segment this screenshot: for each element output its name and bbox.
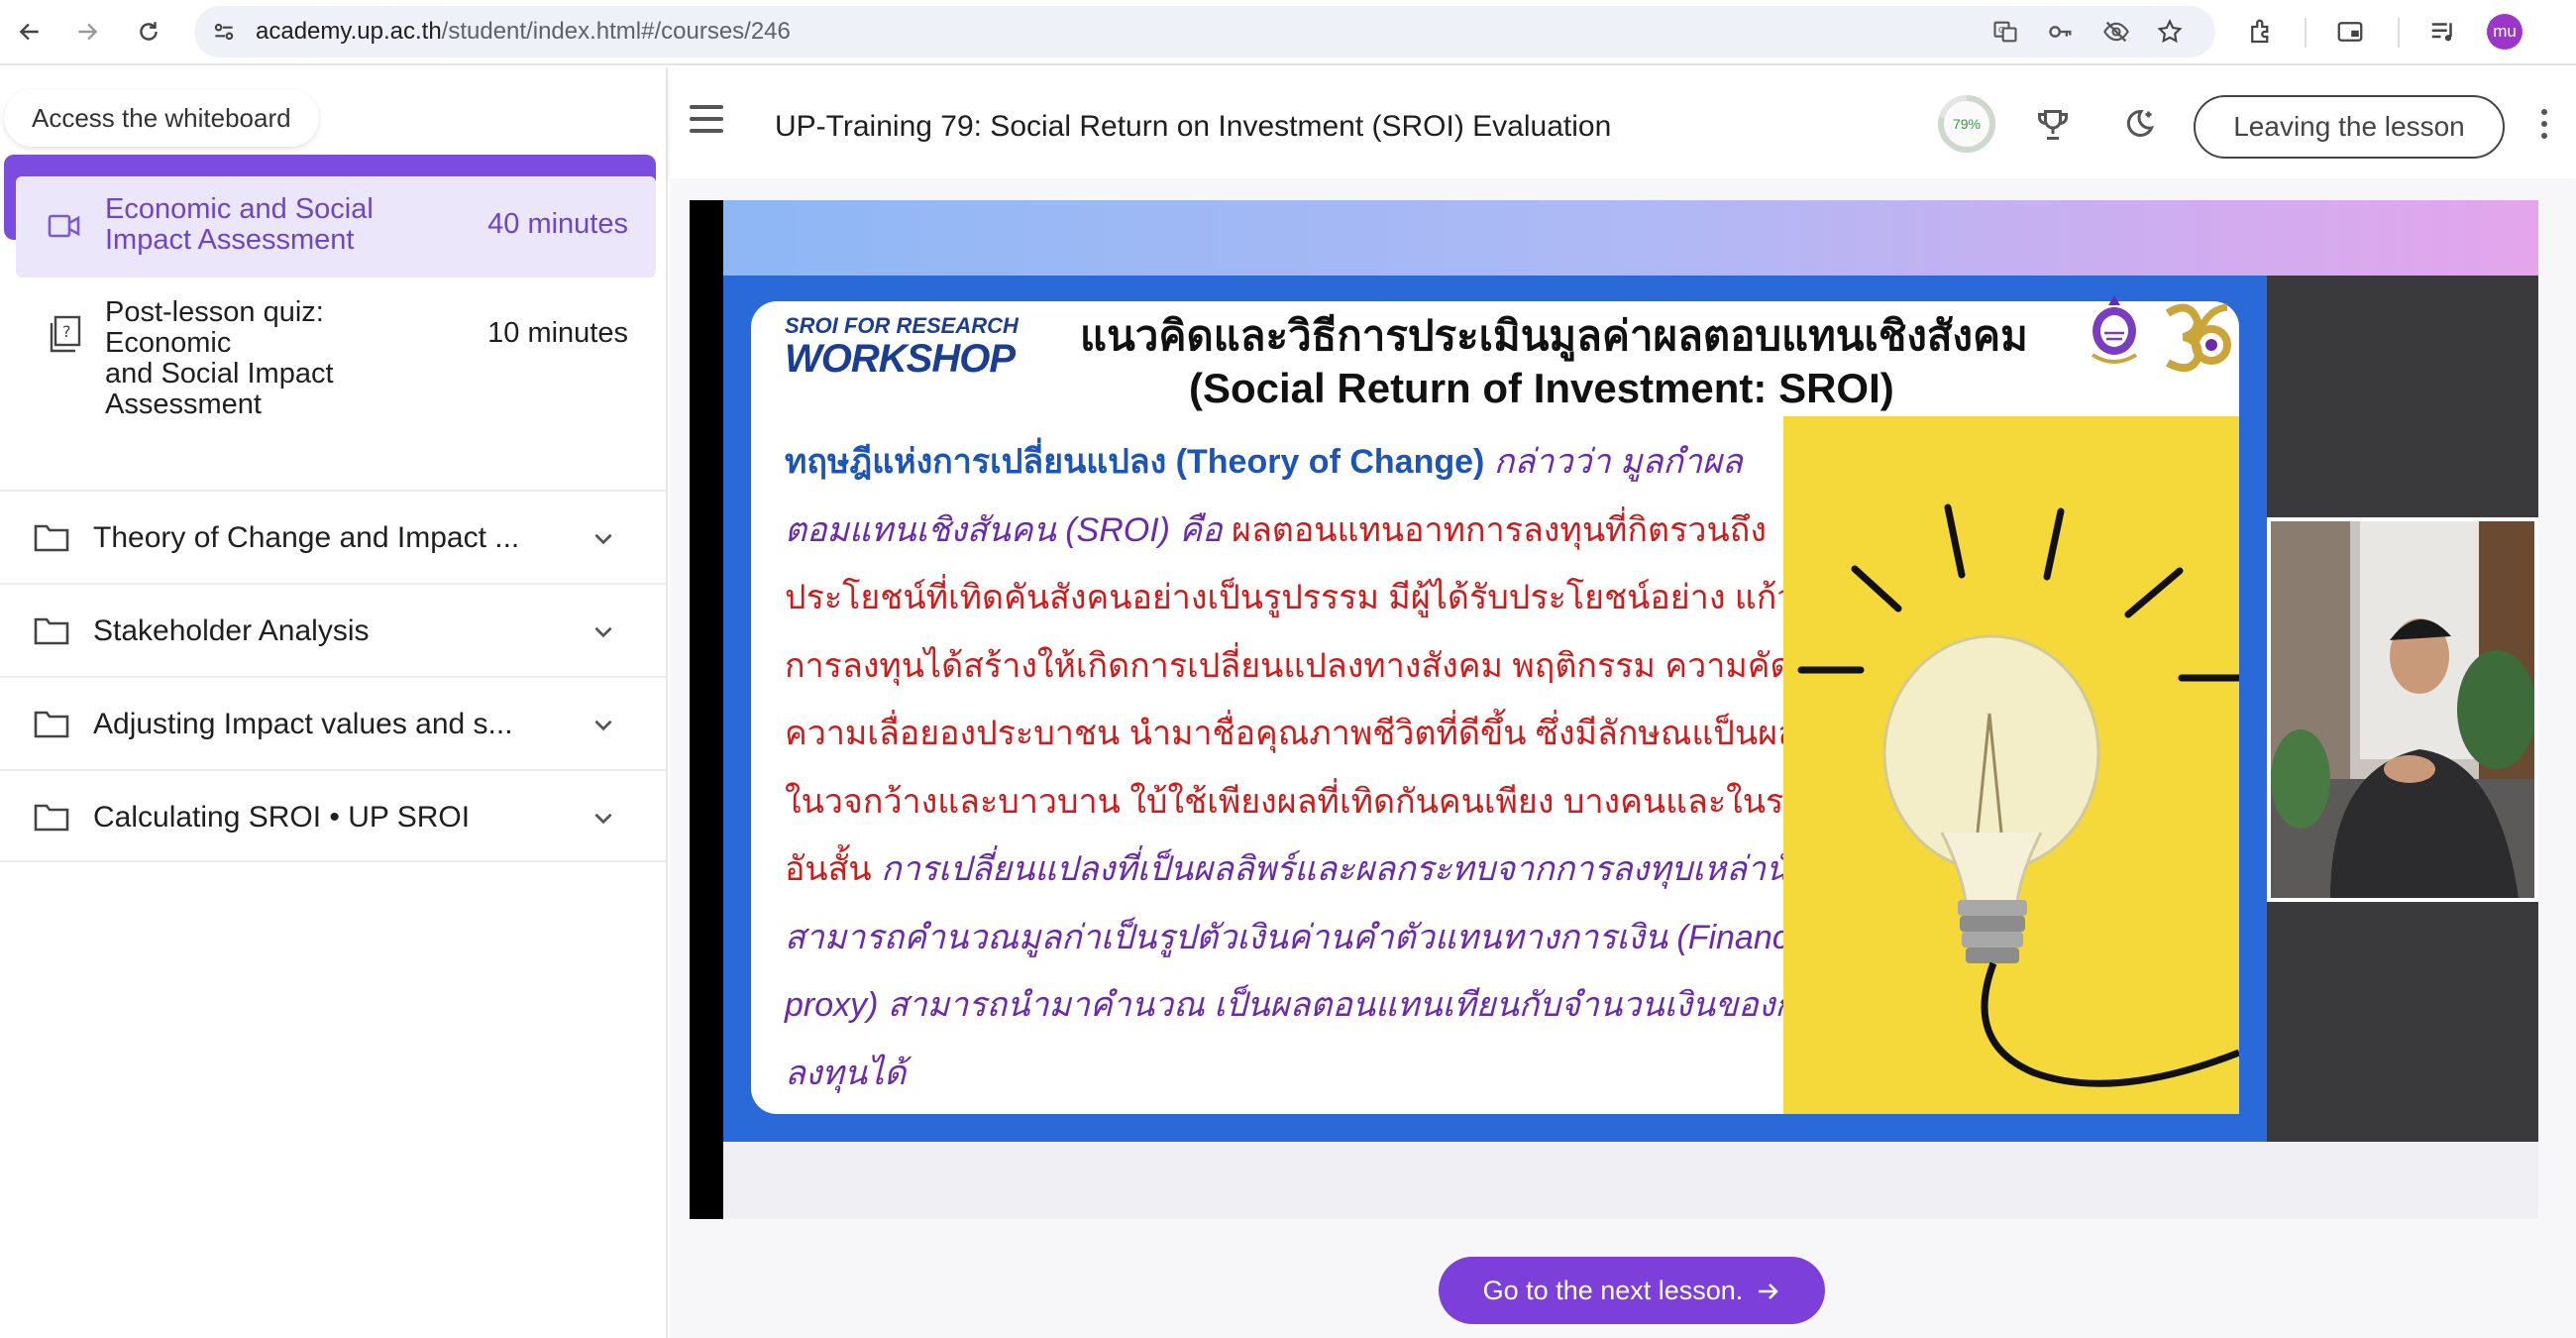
folder-icon <box>34 708 69 744</box>
anniversary-36-logo <box>2158 299 2233 373</box>
course-title: UP-Training 79: Social Return on Investm… <box>775 110 1612 143</box>
translate-icon[interactable]: G <box>1989 16 2021 48</box>
slide-brand-workshop: WORKSHOP <box>785 337 1016 381</box>
slide-text-line: ทฤษฎีแห่งการเปลี่ยนแปลง (Theory of Chang… <box>785 428 1775 497</box>
slide-text-segment: สามารถคำนวณมูลก่าเป็นรูปตัวเงินค่านคำตัว… <box>785 918 1823 956</box>
section-title: Theory of Change and Impact ... <box>93 521 520 554</box>
lesson-duration: 10 minutes <box>487 317 628 349</box>
address-bar[interactable]: academy.up.ac.th/student/index.html#/cou… <box>194 6 2215 57</box>
progress-percent: 79% <box>1952 116 1982 132</box>
cast-icon[interactable] <box>2330 12 2370 52</box>
menu-icon[interactable] <box>690 105 723 141</box>
section-theory-of-change[interactable]: Theory of Change and Impact ... <box>0 490 666 583</box>
university-seal-logo <box>2087 293 2142 369</box>
folder-icon <box>34 801 69 837</box>
slide-title-english: (Social Return of Investment: SROI) <box>1189 365 1894 411</box>
video-icon <box>48 212 81 245</box>
trophy-icon[interactable] <box>2031 103 2075 147</box>
lesson-header: UP-Training 79: Social Return on Investm… <box>670 67 2576 178</box>
url-text: academy.up.ac.th/student/index.html#/cou… <box>256 18 791 45</box>
dark-mode-icon[interactable] <box>2116 103 2160 147</box>
key-icon[interactable] <box>2045 16 2077 48</box>
slide-text-segment: ประโยชน์ที่เทิดคันสังคนอย่างเป็นรูปรรรม … <box>785 579 1879 616</box>
slide-text-segment: ทฤษฎีแห่งการเปลี่ยนแปลง (Theory of Chang… <box>785 443 1485 481</box>
quiz-icon: ? <box>48 315 81 358</box>
section-title: Calculating SROI • UP SROI <box>93 801 471 834</box>
speaker-video <box>2271 521 2534 898</box>
site-info-icon[interactable] <box>208 16 240 48</box>
lesson-title: Post-lesson quiz: Economic and Social Im… <box>105 296 334 420</box>
slide-text-line: ในวจกว้างและบาวบาน ใบ้ใช้เพียงผลที่เทิดก… <box>785 768 1913 836</box>
bookmark-star-icon[interactable] <box>2154 16 2186 48</box>
slide-body-text: ทฤษฎีแห่งการเปลี่ยนแปลง (Theory of Chang… <box>785 428 1913 1108</box>
slide-text-segment: ตอมแทนเชิงสันคน (SROI) คือ <box>785 510 1223 549</box>
more-options-icon[interactable] <box>2538 109 2550 145</box>
slide-text-segment: proxy) สามารถนำมาคำนวณ เป็นผลตอนแทนเทียน… <box>785 986 1833 1024</box>
video-bottom-strip <box>723 1142 2538 1219</box>
slide-text-line: อันสั้น การเปลี่ยนแปลงที่เป็นผลลิพร์และผ… <box>785 836 1875 904</box>
slide-brand-small: SROI FOR RESEARCH <box>785 313 1019 338</box>
back-icon[interactable] <box>8 10 52 54</box>
slide-text-segment: ความเลื่อยองประบาชน นำมาชื่อคุณภาพชีวิตท… <box>785 715 1897 752</box>
slide-text-segment: ลงทุนได้ <box>785 1054 907 1092</box>
section-calculating-sroi[interactable]: Calculating SROI • UP SROI <box>0 769 666 862</box>
slide-text-line: ลงทุนได้ <box>785 1040 1775 1108</box>
lesson-item-post-quiz[interactable]: ? Post-lesson quiz: Economic and Social … <box>16 287 656 426</box>
slide-text-segment: กล่าวว่า มูลกำผล <box>1484 443 1743 481</box>
next-lesson-button[interactable]: Go to the next lesson. <box>1439 1257 1825 1324</box>
next-lesson-label: Go to the next lesson. <box>1482 1276 1744 1305</box>
lesson-duration: 40 minutes <box>487 208 628 240</box>
extensions-icon[interactable] <box>2241 12 2281 52</box>
browser-toolbar: academy.up.ac.th/student/index.html#/cou… <box>0 0 2576 65</box>
section-title: Adjusting Impact values and s... <box>93 708 513 740</box>
chevron-down-icon[interactable] <box>590 618 616 649</box>
folder-icon <box>34 614 69 651</box>
arrow-right-icon <box>1757 1257 1780 1324</box>
lesson-title: Economic and Social Impact Assessment <box>105 193 374 256</box>
svg-text:?: ? <box>62 322 71 341</box>
forward-icon[interactable] <box>65 10 109 54</box>
access-whiteboard-button[interactable]: Access the whiteboard <box>4 89 319 147</box>
leave-lesson-button[interactable]: Leaving the lesson <box>2194 95 2505 159</box>
profile-avatar[interactable]: mu <box>2487 14 2522 50</box>
slide-text-line: สามารถคำนวณมูลก่าเป็นรูปตัวเงินค่านคำตัว… <box>785 904 1823 972</box>
folder-icon <box>34 521 69 558</box>
media-playlist-icon[interactable] <box>2423 12 2463 52</box>
slide-text-segment: ผลตอนแทนอาทการลงทุนที่กิตรวนถึง <box>1222 510 1767 549</box>
reload-icon[interactable] <box>127 10 170 54</box>
slide-text-line: ประโยชน์ที่เทิดคันสังคนอย่างเป็นรูปรรรม … <box>785 564 1878 632</box>
slide-text-line: proxy) สามารถนำมาคำนวณ เป็นผลตอนแทนเทียน… <box>785 971 1832 1040</box>
chevron-down-icon[interactable] <box>590 712 616 742</box>
svg-text:G: G <box>1998 25 2004 35</box>
progress-indicator: 79% <box>1936 93 1997 155</box>
slide-text-line: ตอมแทนเชิงสันคน (SROI) คือ ผลตอนแทนอาทกา… <box>785 497 1775 565</box>
chevron-down-icon[interactable] <box>590 805 616 836</box>
section-title: Stakeholder Analysis <box>93 614 370 647</box>
lesson-item-economic-social[interactable]: Economic and Social Impact Assessment 40… <box>16 176 656 278</box>
slide-text-segment: การลงทุนได้สร้างให้เกิดการเปลี่ยนแปลงทาง… <box>785 646 1853 685</box>
slide-text-segment: การเปลี่ยนแปลงที่เป็นผลลิพร์และผลกระทบจา… <box>871 850 1876 888</box>
slide-text-segment: ในวจกว้างและบาวบาน ใบ้ใช้เพียงผลที่เทิดก… <box>785 782 1913 821</box>
eye-off-icon[interactable] <box>2100 16 2132 48</box>
chevron-down-icon[interactable] <box>590 525 616 556</box>
section-stakeholder-analysis[interactable]: Stakeholder Analysis <box>0 583 666 676</box>
slide-text-line: ความเลื่อยองประบาชน นำมาชื่อคุณภาพชีวิตท… <box>785 700 1896 768</box>
section-adjusting-impact[interactable]: Adjusting Impact values and s... <box>0 676 666 769</box>
lightbulb-illustration <box>1783 416 2245 1114</box>
slide-title-thai: แนวคิดและวิธีการประเมินมูลค่าผลตอบแทนเชิ… <box>1080 312 2028 359</box>
slide-text-line: การลงทุนได้สร้างให้เกิดการเปลี่ยนแปลงทาง… <box>785 632 1853 701</box>
slide-text-segment: อันสั้น <box>785 850 872 888</box>
